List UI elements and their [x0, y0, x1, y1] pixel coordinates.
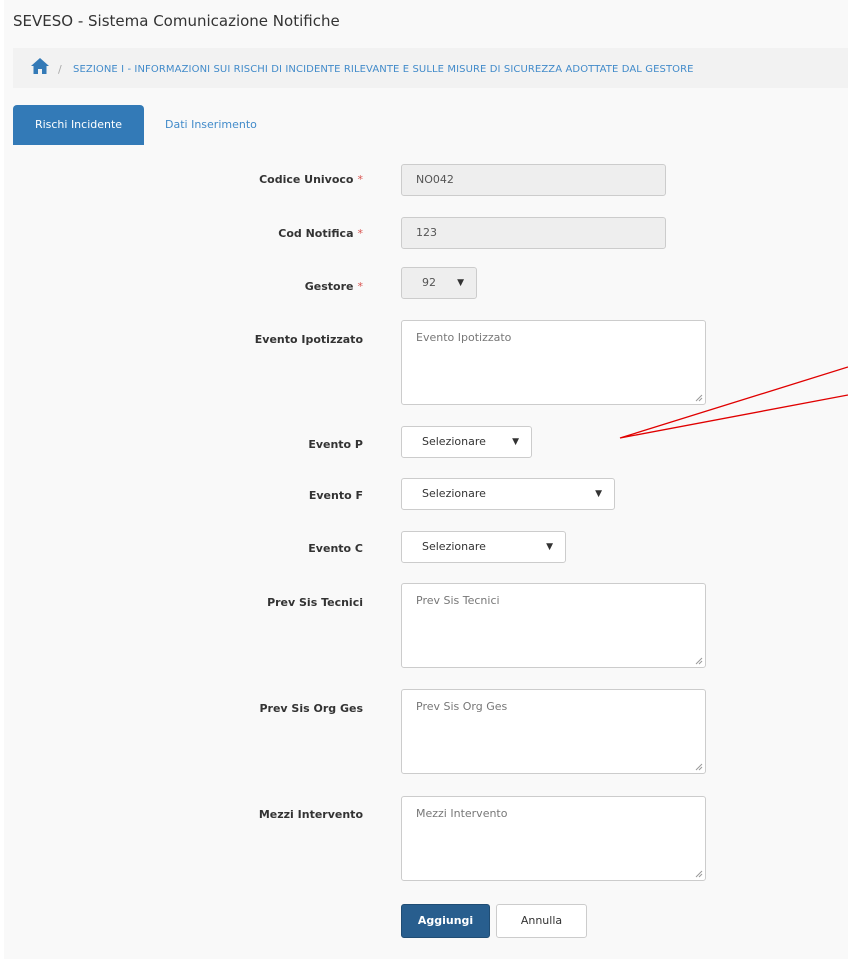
- evento-c-label: Evento C: [308, 542, 363, 555]
- evento-c-select-value: Selezionare: [422, 540, 486, 553]
- prev-sis-tecnici-placeholder: Prev Sis Tecnici: [416, 594, 500, 607]
- codice-univoco-field[interactable]: NO042: [401, 164, 666, 196]
- aggiungi-button[interactable]: Aggiungi: [401, 904, 490, 938]
- evento-f-select[interactable]: Selezionare ▼: [401, 478, 615, 510]
- codice-univoco-label: Codice Univoco *: [259, 173, 364, 186]
- required-marker: *: [357, 173, 364, 186]
- chevron-down-icon: ▼: [595, 489, 602, 499]
- breadcrumb-section-link[interactable]: SEZIONE I - INFORMAZIONI SUI RISCHI DI I…: [73, 64, 694, 75]
- cod-notifica-field[interactable]: 123: [401, 217, 666, 249]
- resize-grip-icon[interactable]: [695, 657, 703, 665]
- resize-grip-icon[interactable]: [695, 870, 703, 878]
- app-title: SEVESO - Sistema Comunicazione Notifiche: [13, 12, 340, 30]
- mezzi-intervento-textarea[interactable]: Mezzi Intervento: [401, 796, 706, 881]
- gestore-label: Gestore *: [304, 280, 364, 293]
- prev-sis-org-ges-label: Prev Sis Org Ges: [259, 702, 363, 715]
- breadcrumb-separator: /: [58, 63, 62, 76]
- prev-sis-org-ges-textarea[interactable]: Prev Sis Org Ges: [401, 689, 706, 774]
- resize-grip-icon[interactable]: [695, 394, 703, 402]
- chevron-down-icon: ▼: [512, 437, 519, 447]
- evento-f-label: Evento F: [308, 489, 363, 502]
- gestore-select-value: 92: [422, 276, 436, 289]
- evento-f-select-value: Selezionare: [422, 487, 486, 500]
- gestore-select[interactable]: 92 ▼: [401, 267, 477, 299]
- chevron-down-icon: ▼: [457, 278, 464, 288]
- evento-p-select-value: Selezionare: [422, 435, 486, 448]
- breadcrumb: / SEZIONE I - INFORMAZIONI SUI RISCHI DI…: [13, 48, 848, 88]
- evento-ipotizzato-textarea[interactable]: Evento Ipotizzato: [401, 320, 706, 405]
- prev-sis-org-ges-placeholder: Prev Sis Org Ges: [416, 700, 508, 713]
- tab-dati-inserimento[interactable]: Dati Inserimento: [165, 105, 257, 145]
- required-marker: *: [357, 280, 364, 293]
- tab-rischi-incidente[interactable]: Rischi Incidente: [13, 105, 144, 145]
- annulla-button[interactable]: Annulla: [496, 904, 587, 938]
- required-marker: *: [357, 227, 364, 240]
- evento-c-select[interactable]: Selezionare ▼: [401, 531, 566, 563]
- evento-ipotizzato-label: Evento Ipotizzato: [254, 333, 363, 346]
- prev-sis-tecnici-textarea[interactable]: Prev Sis Tecnici: [401, 583, 706, 668]
- home-icon[interactable]: [30, 56, 50, 76]
- chevron-down-icon: ▼: [546, 542, 553, 552]
- mezzi-intervento-placeholder: Mezzi Intervento: [416, 807, 508, 820]
- evento-p-select[interactable]: Selezionare ▼: [401, 426, 532, 458]
- mezzi-intervento-label: Mezzi Intervento: [258, 808, 363, 821]
- evento-p-label: Evento P: [308, 438, 363, 451]
- cod-notifica-label: Cod Notifica *: [278, 227, 364, 240]
- evento-ipotizzato-placeholder: Evento Ipotizzato: [416, 331, 512, 344]
- prev-sis-tecnici-label: Prev Sis Tecnici: [267, 596, 363, 609]
- resize-grip-icon[interactable]: [695, 763, 703, 771]
